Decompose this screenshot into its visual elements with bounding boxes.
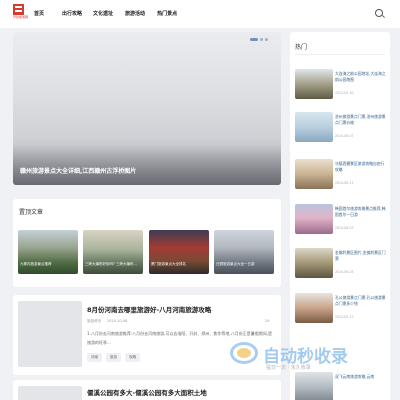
sidebar-item-title[interactable]: 沧州旅游景点门票,沧州旅游景点门票价格 [335, 114, 387, 126]
article-excerpt: 1.八月份去河南旅游推荐:八月份去河南旅游,可以去洛阳、开封、郑州、焦作等地,八… [87, 331, 272, 345]
sidebar-item[interactable]: 沧州旅游景点门票,沧州旅游景点门票价格 2024-06-07 [295, 112, 387, 146]
sidebar-item-title[interactable]: 孔公旅游景点门票,孔公旅游景点门票多少钱 [335, 295, 387, 307]
sidebar-item-title[interactable]: 双飞云南旅游攻略,云南 [335, 374, 387, 380]
sidebar-item[interactable]: 双飞云南旅游攻略,云南 [295, 372, 387, 400]
featured-thumb-caption: 三峡大瀑布好玩吗? 三峡大瀑布... [85, 262, 137, 266]
featured-thumb[interactable]: 九寨沟旅游景点推荐 [18, 230, 78, 274]
article-author[interactable]: 旅游资讯 [87, 319, 101, 324]
sidebar-item[interactable]: 金佛利景区图片,金佛利景区门票 2024-06-05 [295, 248, 387, 282]
sidebar-item-date: 2024-06-07 [335, 134, 354, 138]
hero-caption[interactable]: 赣州旅游景点大全详细,江西赣州古浮桥图片 [20, 166, 136, 175]
sidebar-item-date: 2024-06-05 [335, 270, 354, 274]
nav-item-home[interactable]: 首页 [34, 10, 44, 17]
article-card: 偃溪公园有多大-偃溪公园有多大面积土地 [13, 380, 281, 400]
sidebar-item[interactable]: 韩国首尔旅游攻略景点推荐,韩国首尔一日游 2024-06-03 [295, 204, 387, 238]
sidebar-item-image[interactable] [295, 112, 333, 142]
sidebar-item-image[interactable] [295, 204, 333, 234]
sidebar-item-title[interactable]: 韩国首尔旅游攻略景点推荐,韩国首尔一日游 [335, 206, 387, 218]
article-title[interactable]: 偃溪公园有多大-偃溪公园有多大面积土地 [87, 387, 207, 397]
sidebar-divider [295, 54, 385, 55]
hero-carousel[interactable]: 赣州旅游景点大全详细,江西赣州古浮桥图片 [13, 32, 281, 185]
sidebar-heading: 热门 [295, 44, 308, 51]
carousel-dot[interactable] [260, 38, 263, 41]
article-tag[interactable]: 河南 [87, 353, 102, 362]
featured-heading: 置顶文章 [19, 209, 44, 216]
sidebar-item-image[interactable] [295, 69, 333, 99]
hot-sidebar: 热门 大连海之韵公园地址,大连海之韵公园地图 2024-05-30 沧州旅游景点… [290, 32, 390, 400]
sidebar-item-title[interactable]: 大连海之韵公园地址,大连海之韵公园地图 [335, 71, 387, 83]
article-date: 2024-10-08 [107, 319, 128, 323]
sidebar-item[interactable]: 乌镇西栅景区旅游攻略自由行攻略 2024-06-11 [295, 159, 387, 193]
nav-item-cultural-sites[interactable]: 文化遗址 [93, 10, 113, 17]
sidebar-item-image[interactable] [295, 372, 333, 400]
article-views: 29 [265, 319, 270, 323]
sidebar-item[interactable]: 孔公旅游景点门票,孔公旅游景点门票多少钱 2024-05-27 [295, 293, 387, 327]
nav-item-travel-guide[interactable]: 出行攻略 [62, 10, 82, 17]
featured-thumb[interactable]: 日照旅游景点大全一日游 [214, 230, 274, 274]
sidebar-item[interactable]: 大连海之韵公园地址,大连海之韵公园地图 2024-05-30 [295, 69, 387, 103]
featured-section: 置顶文章 九寨沟旅游景点推荐 三峡大瀑布好玩吗? 三峡大瀑布... 厦门旅游景点… [13, 199, 281, 287]
sidebar-item-image[interactable] [295, 248, 333, 278]
sidebar-item-image[interactable] [295, 293, 333, 323]
carousel-dot[interactable] [265, 38, 268, 41]
featured-thumb[interactable]: 厦门旅游景点大全排名 [149, 230, 209, 274]
featured-thumb[interactable]: 三峡大瀑布好玩吗? 三峡大瀑布... [83, 230, 143, 274]
article-card: 8月份河南去哪里旅游好-八月河南旅游攻略 旅游资讯 2024-10-08 29 … [13, 295, 281, 375]
article-title[interactable]: 8月份河南去哪里旅游好-八月河南旅游攻略 [87, 304, 211, 314]
article-thumbnail[interactable] [18, 301, 82, 367]
carousel-dot[interactable] [250, 38, 258, 41]
logo-mark-icon [13, 4, 24, 15]
sidebar-item-image[interactable] [295, 159, 333, 189]
sidebar-item-date: 2024-05-30 [335, 91, 354, 95]
nav-item-hot-spots[interactable]: 热门景点 [157, 10, 177, 17]
sidebar-item-date: 2024-06-11 [335, 181, 354, 185]
featured-thumb-caption: 厦门旅游景点大全排名 [151, 262, 186, 266]
featured-thumb-caption: 日照旅游景点大全一日游 [216, 262, 255, 266]
top-navbar: 开封旅游网 首页 出行攻略 文化遗址 旅游活动 热门景点 [0, 0, 400, 28]
sidebar-item-title[interactable]: 金佛利景区图片,金佛利景区门票 [335, 250, 387, 262]
search-icon[interactable] [375, 9, 383, 17]
main-nav: 首页 出行攻略 文化遗址 旅游活动 热门景点 [34, 10, 177, 17]
carousel-indicators [248, 38, 268, 41]
featured-thumb-caption: 九寨沟旅游景点推荐 [20, 262, 52, 266]
article-meta: 旅游资讯 2024-10-08 [87, 319, 127, 324]
article-tag[interactable]: 旅游 [106, 353, 121, 362]
article-tags: 河南 旅游 攻略 [87, 353, 144, 362]
nav-item-travel-events[interactable]: 旅游活动 [125, 10, 145, 17]
sidebar-item-title[interactable]: 乌镇西栅景区旅游攻略自由行攻略 [335, 161, 387, 173]
sidebar-item-date: 2024-05-27 [335, 315, 354, 319]
hero-image [13, 145, 281, 185]
article-tag[interactable]: 攻略 [125, 353, 140, 362]
sidebar-item-date: 2024-06-03 [335, 226, 354, 230]
site-logo[interactable]: 开封旅游网 [13, 4, 28, 20]
article-thumbnail[interactable] [18, 386, 82, 400]
logo-text: 开封旅游网 [13, 15, 29, 19]
